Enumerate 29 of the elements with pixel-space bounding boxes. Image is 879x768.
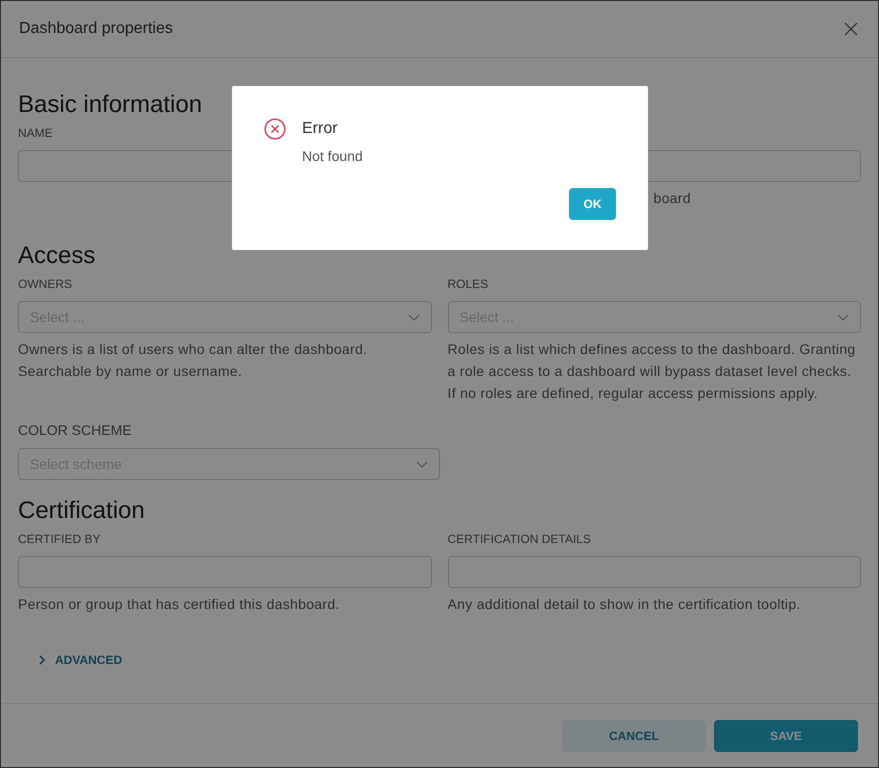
close-icon[interactable] bbox=[844, 22, 858, 36]
field-label: CERTIFIED BY bbox=[18, 532, 100, 546]
section-heading: Access bbox=[18, 241, 96, 271]
field-label: COLOR SCHEME bbox=[18, 422, 132, 438]
input-field[interactable] bbox=[18, 556, 432, 588]
field-label: CERTIFICATION DETAILS bbox=[448, 532, 591, 546]
helper-text: Any additional detail to show in the certification tooltip. bbox=[448, 596, 801, 612]
field-label: NAME bbox=[18, 126, 53, 140]
cancel-button[interactable]: CANCEL bbox=[562, 720, 706, 752]
dialog-message: Not found bbox=[302, 148, 363, 164]
ok-button[interactable]: OK bbox=[569, 188, 616, 220]
chevron-down-icon bbox=[408, 314, 420, 320]
error-icon bbox=[264, 118, 286, 140]
chevron-down-icon bbox=[837, 314, 849, 320]
advanced-toggle[interactable]: ADVANCED bbox=[38, 653, 122, 667]
chevron-right-icon bbox=[38, 655, 46, 665]
field-label: ROLES bbox=[448, 277, 488, 291]
save-button[interactable]: SAVE bbox=[714, 720, 858, 752]
helper-text: Owners is a list of users who can alter the dashboard. Searchable by name or username. bbox=[18, 341, 368, 379]
input-field[interactable] bbox=[448, 556, 861, 588]
section-heading: Certification bbox=[18, 496, 146, 526]
helper-text: Roles is a list which defines access to the dashboard. Granting a role access to a dashboard will bypass dataset level checks. If no roles are defined, regular access permissions apply. bbox=[448, 341, 856, 401]
helper-text: Person or group that has certified this dashboard. bbox=[18, 596, 340, 612]
dialog-title: Error bbox=[302, 120, 338, 138]
helper-text: board bbox=[654, 190, 691, 206]
chevron-down-icon bbox=[416, 460, 428, 468]
section-heading: Basic information bbox=[18, 90, 204, 120]
window-title: Dashboard properties bbox=[19, 20, 173, 38]
field-label: OWNERS bbox=[18, 277, 72, 291]
